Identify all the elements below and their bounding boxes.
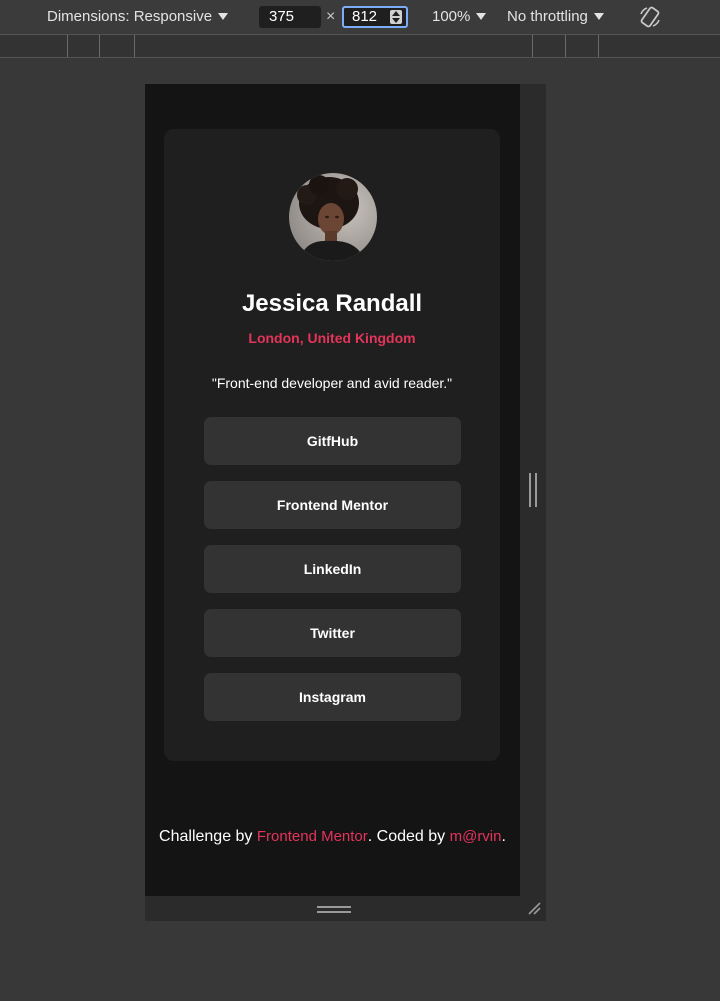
instagram-link-button[interactable]: Instagram	[204, 673, 461, 721]
social-links: GitfHub Frontend Mentor LinkedIn Twitter…	[204, 417, 461, 737]
times-separator: ×	[326, 8, 336, 25]
devtools-toolbar: Dimensions: Responsive 375 × 812 100% No…	[0, 0, 720, 34]
attribution-footer: Challenge by Frontend Mentor. Coded by m…	[145, 828, 520, 846]
width-input[interactable]: 375	[259, 6, 321, 28]
zoom-dropdown[interactable]: 100%	[432, 0, 487, 34]
profile-name: Jessica Randall	[241, 290, 423, 317]
chevron-down-icon	[476, 13, 487, 20]
avatar	[289, 173, 377, 261]
ruler-tick[interactable]	[67, 35, 68, 57]
ruler-tick[interactable]	[99, 35, 100, 57]
height-resize-handle[interactable]	[145, 896, 546, 921]
github-link-button[interactable]: GitfHub	[204, 417, 461, 465]
rotate-icon[interactable]	[638, 5, 662, 29]
profile-bio: "Front-end developer and avid reader."	[211, 375, 453, 391]
resize-grip-icon	[529, 473, 537, 507]
author-link[interactable]: m@rvin	[450, 828, 502, 845]
footer-middle: . Coded by	[367, 828, 450, 845]
ruler-tick[interactable]	[598, 35, 599, 57]
height-value: 812	[352, 8, 378, 25]
throttling-label: No throttling	[507, 8, 588, 25]
linkedin-link-button[interactable]: LinkedIn	[204, 545, 461, 593]
zoom-label: 100%	[432, 8, 471, 25]
resize-grip-icon	[317, 906, 351, 913]
profile-card: Jessica Randall London, United Kingdom "…	[164, 129, 500, 761]
chevron-down-icon	[593, 13, 604, 20]
corner-resize-icon[interactable]	[526, 900, 542, 916]
footer-suffix: .	[501, 828, 506, 845]
chevron-down-icon	[218, 13, 229, 20]
height-input[interactable]: 812	[342, 6, 408, 28]
width-resize-handle[interactable]	[520, 84, 546, 896]
ruler-tick[interactable]	[532, 35, 533, 57]
dimensions-dropdown[interactable]: Dimensions: Responsive	[47, 0, 229, 34]
twitter-link-button[interactable]: Twitter	[204, 609, 461, 657]
avatar-photo-icon	[289, 173, 377, 261]
footer-prefix: Challenge by	[159, 828, 257, 845]
ruler-tick[interactable]	[565, 35, 566, 57]
dimensions-label: Dimensions: Responsive	[47, 8, 213, 25]
challenge-link[interactable]: Frontend Mentor	[257, 828, 368, 845]
frontend-mentor-link-button[interactable]: Frontend Mentor	[204, 481, 461, 529]
stepper-icon[interactable]	[390, 10, 402, 24]
media-query-ruler	[0, 34, 720, 58]
device-viewport: Jessica Randall London, United Kingdom "…	[145, 84, 520, 896]
profile-location: London, United Kingdom	[248, 330, 416, 346]
throttling-dropdown[interactable]: No throttling	[507, 0, 604, 34]
ruler-tick[interactable]	[134, 35, 135, 57]
